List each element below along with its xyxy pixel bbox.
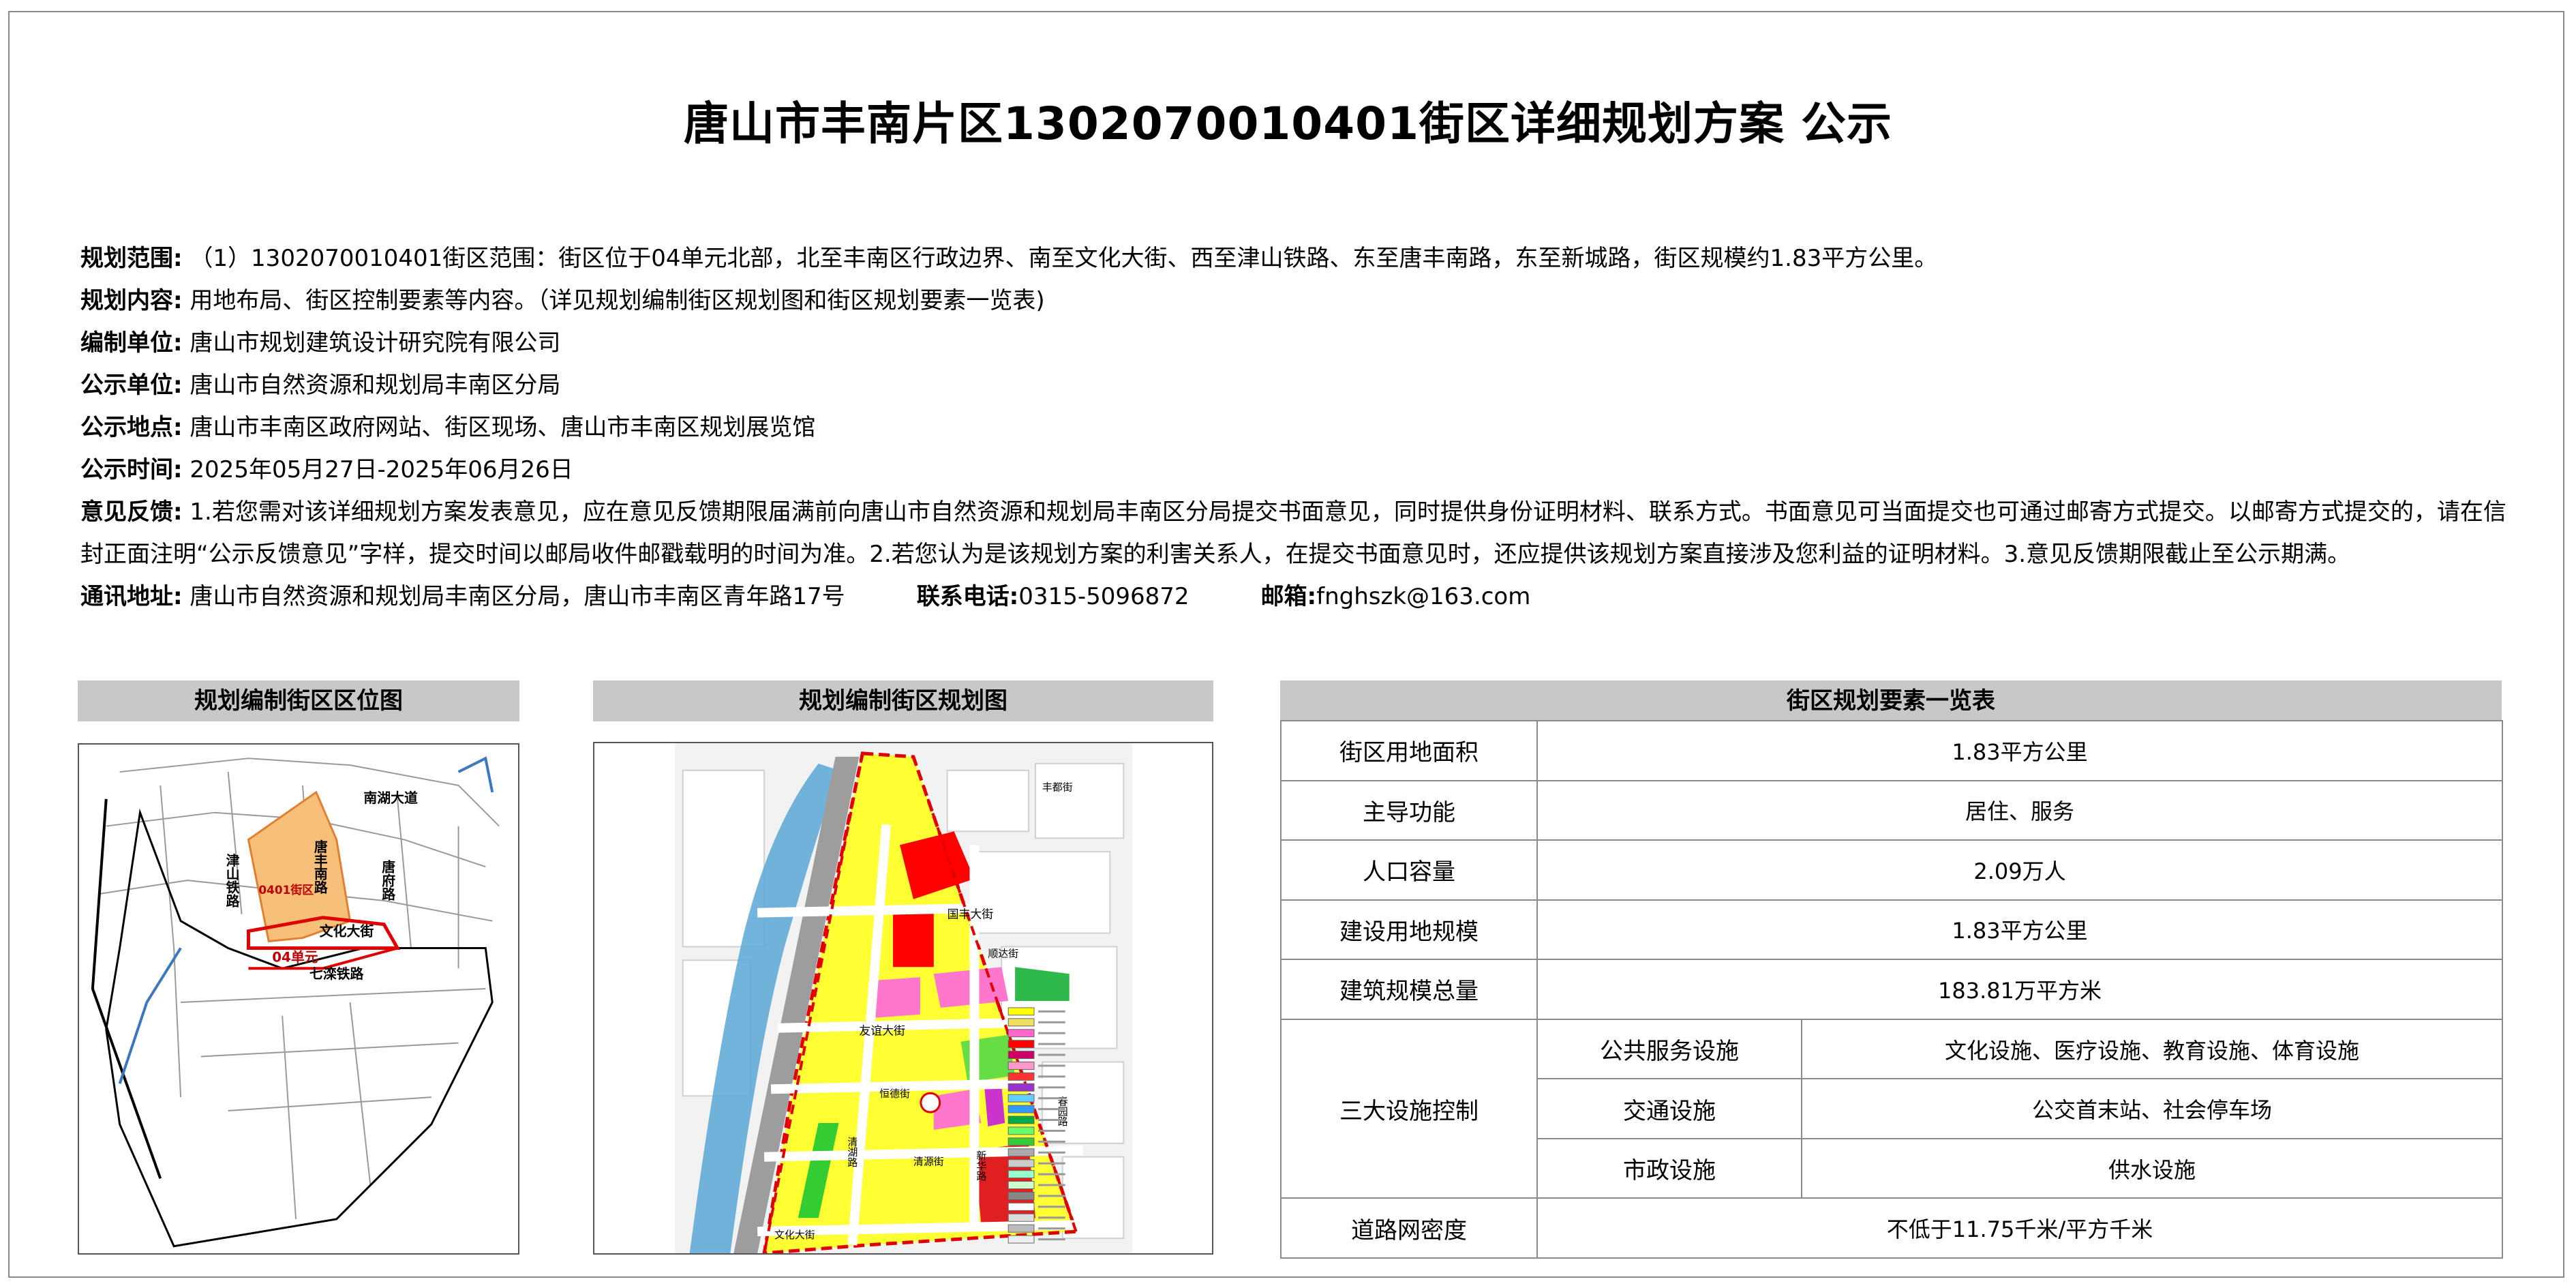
label-nanhu: 南湖大道 xyxy=(363,790,418,806)
place-row: 公示地点: 唐山市丰南区政府网站、街区现场、唐山市丰南区规划展览馆 xyxy=(80,414,816,441)
phone-text: 0315-5096872 xyxy=(1018,583,1189,610)
table-row: 街区用地面积 1.83平方公里 xyxy=(1280,720,2504,781)
location-map: 南湖大道 津山铁路 唐丰南路 唐府路 0401街区 文化大街 04单元 七滦铁路 xyxy=(78,743,519,1255)
legend-text-mark xyxy=(1037,1053,1065,1056)
location-map-header: 规划编制街区区位图 xyxy=(78,680,519,721)
facilities-key: 三大设施控制 xyxy=(1280,1018,1538,1199)
location-map-graphic: 南湖大道 津山铁路 唐丰南路 唐府路 0401街区 文化大街 04单元 七滦铁路 xyxy=(91,756,500,1248)
plan-label-qinghu: 清湖路 xyxy=(846,1137,858,1167)
scope-row: 规划范围: （1）1302070010401街区范围：街区位于04单元北部，北至… xyxy=(80,245,1938,272)
legend-swatch xyxy=(1007,1137,1035,1146)
legend-text-mark xyxy=(1037,1097,1065,1100)
legend-text-mark xyxy=(1037,1151,1065,1154)
legend-swatch xyxy=(1007,1029,1035,1038)
legend-text-mark xyxy=(1037,1010,1065,1013)
legend-swatch xyxy=(1007,1072,1035,1081)
contact-row: 通讯地址: 唐山市自然资源和规划局丰南区分局，唐山市丰南区青年路17号 联系电话:… xyxy=(80,583,1531,610)
legend-text-mark xyxy=(1037,1162,1065,1165)
email-text: fnghszk@163.com xyxy=(1316,583,1531,610)
publisher-row: 公示单位: 唐山市自然资源和规划局丰南区分局 xyxy=(80,372,561,399)
table-row: 建筑规模总量 183.81万平方米 xyxy=(1280,959,2504,1020)
legend-swatch xyxy=(1007,1083,1035,1092)
legend-text-mark xyxy=(1037,1238,1065,1241)
page-title: 唐山市丰南片区1302070010401街区详细规划方案 公示 xyxy=(684,98,1892,150)
address-text: 唐山市自然资源和规划局丰南区分局，唐山市丰南区青年路17号 xyxy=(190,583,845,610)
plan-label-guofeng: 国丰大街 xyxy=(948,908,994,921)
legend-swatch xyxy=(1007,1191,1035,1200)
legend-swatch xyxy=(1007,1115,1035,1124)
legend-swatch xyxy=(1007,1094,1035,1103)
table-row: 建设用地规模 1.83平方公里 xyxy=(1280,899,2504,961)
legend-swatch xyxy=(1007,1181,1035,1190)
content-row: 规划内容: 用地布局、街区控制要素等内容。（详见规划编制街区规划图和街区规划要素… xyxy=(80,287,1045,314)
legend-swatch xyxy=(1007,1007,1035,1016)
info-section: 规划范围: （1）1302070010401街区范围：街区位于04单元北部，北至… xyxy=(80,237,2507,618)
plan-map-header: 规划编制街区规划图 xyxy=(593,680,1213,721)
legend-text-mark xyxy=(1037,1032,1065,1034)
label-jinshan: 津山铁路 xyxy=(224,853,239,908)
feedback-row: 意见反馈: 1.若您需对该详细规划方案发表意见，应在意见反馈期限届满前向唐山市自… xyxy=(80,498,2506,568)
plan-label-hengde: 恒德街 xyxy=(879,1088,910,1100)
legend-swatch xyxy=(1007,1235,1035,1244)
legend-swatch xyxy=(1007,1051,1035,1060)
table-row: 道路网密度 不低于11.75千米/平方千米 xyxy=(1280,1197,2504,1259)
legend-swatch xyxy=(1007,1170,1035,1179)
legend-text-mark xyxy=(1037,1195,1065,1197)
legend-text-mark xyxy=(1037,1043,1065,1045)
table-row: 三大设施控制 公共服务设施 文化设施、医疗设施、教育设施、体育设施 xyxy=(1280,1018,2504,1199)
legend-swatch xyxy=(1007,1213,1035,1222)
plan-label-xinhua: 新华路 xyxy=(975,1150,987,1181)
plan-label-youyi: 友谊大街 xyxy=(859,1024,905,1038)
legend-text-mark xyxy=(1037,1064,1065,1067)
legend-swatch xyxy=(1007,1062,1035,1070)
legend-swatch xyxy=(1007,1148,1035,1157)
elements-table: 街区用地面积 1.83平方公里 主导功能 居住、服务 人口容量 2.09万人 建设用地… xyxy=(1280,720,2504,1259)
legend-text-mark xyxy=(1037,1184,1065,1186)
label-unit: 04单元 xyxy=(272,949,318,965)
legend-swatch xyxy=(1007,1224,1035,1233)
table-row: 主导功能 居住、服务 xyxy=(1280,779,2504,841)
legend-text-mark xyxy=(1037,1129,1065,1132)
legend-swatch xyxy=(1007,1202,1035,1211)
legend-text-mark xyxy=(1037,1227,1065,1230)
time-row: 公示时间: 2025年05月27日-2025年06月26日 xyxy=(80,456,573,483)
legend-swatch xyxy=(1007,1105,1035,1113)
plan-label-qingyuan: 清源街 xyxy=(913,1156,944,1168)
table-row: 人口容量 2.09万人 xyxy=(1280,839,2504,901)
plan-map-graphic: 国丰大街 丰都街 顺达街 友谊大街 恒德街 清源街 清湖路 新华路 文化大街 春… xyxy=(674,743,1133,1253)
road-key: 道路网密度 xyxy=(1280,1197,1538,1259)
legend-text-mark xyxy=(1037,1021,1065,1023)
legend-swatch xyxy=(1007,1040,1035,1049)
legend-text-mark xyxy=(1037,1075,1065,1078)
legend-swatch xyxy=(1007,1126,1035,1135)
label-tangfu: 唐府路 xyxy=(380,860,395,901)
label-block: 0401街区 xyxy=(258,883,314,897)
legend-text-mark xyxy=(1037,1140,1065,1143)
legend-text-mark xyxy=(1037,1108,1065,1111)
legend-text-mark xyxy=(1037,1086,1065,1089)
plan-label-wenhua: 文化大街 xyxy=(774,1229,815,1241)
table-header: 街区规划要素一览表 xyxy=(1280,680,2502,721)
plan-label-chuntian: 春园路 xyxy=(1057,1096,1069,1126)
legend-text-mark xyxy=(1037,1173,1065,1175)
legend-text-mark xyxy=(1037,1205,1065,1208)
label-wenhua: 文化大街 xyxy=(320,924,374,940)
plan-map: 国丰大街 丰都街 顺达街 友谊大街 恒德街 清源街 清湖路 新华路 文化大街 春… xyxy=(593,742,1213,1255)
label-qizun: 七滦铁路 xyxy=(309,966,364,982)
plan-label-fengbei: 丰都街 xyxy=(1042,781,1073,794)
legend-text-mark xyxy=(1037,1216,1065,1219)
legend-swatch xyxy=(1007,1018,1035,1027)
plan-label-shunda: 顺达街 xyxy=(988,947,1018,959)
label-tangfeng: 唐丰南路 xyxy=(312,839,327,895)
compiler-row: 编制单位: 唐山市规划建筑设计研究院有限公司 xyxy=(80,329,561,357)
legend-swatch xyxy=(1007,1159,1035,1168)
legend-text-mark xyxy=(1037,1119,1065,1122)
